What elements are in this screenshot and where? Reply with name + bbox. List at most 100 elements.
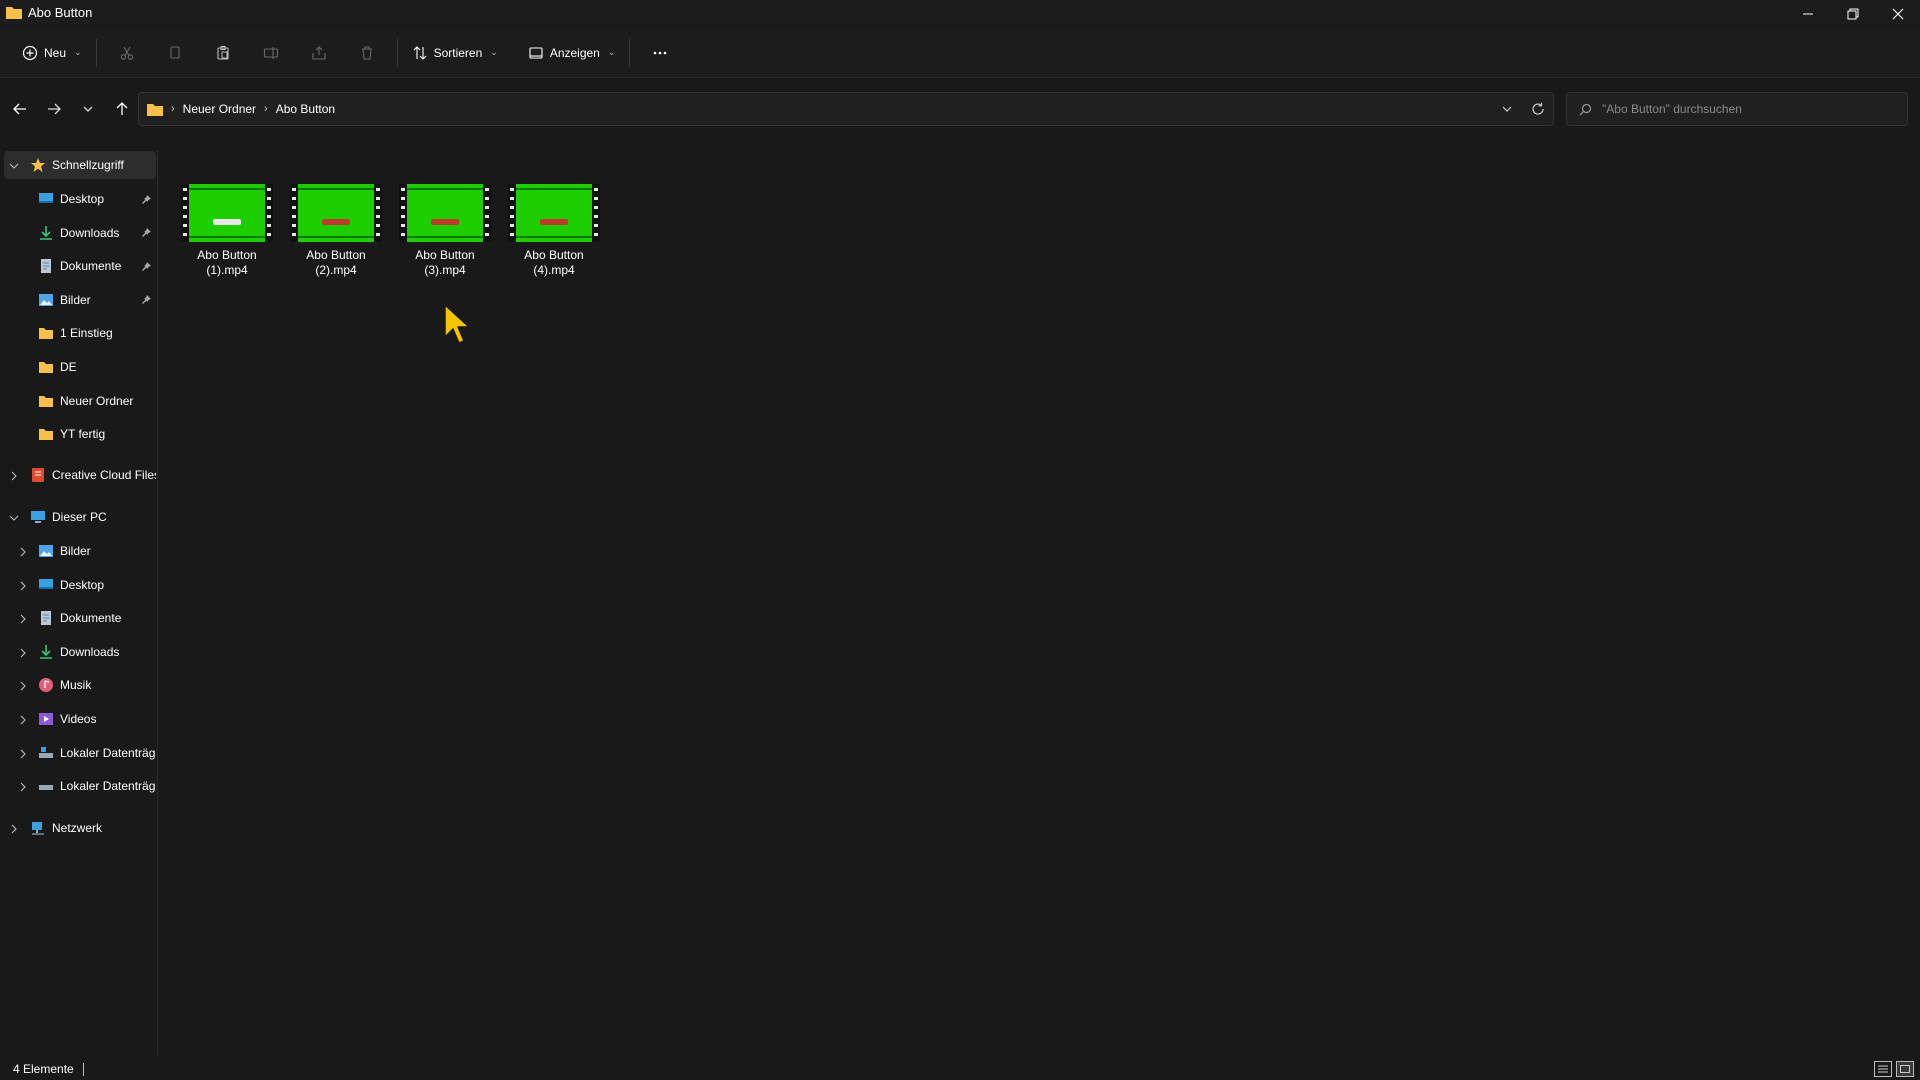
- nav-item-label: Downloads: [60, 644, 120, 659]
- cut-button[interactable]: [103, 36, 151, 70]
- close-button[interactable]: [1875, 0, 1920, 28]
- nav-item-quick-access-entry[interactable]: 1 Einstieg: [0, 319, 156, 347]
- chevron-right-icon[interactable]: [18, 613, 28, 624]
- folder-icon: [38, 426, 54, 442]
- nav-item-this-pc[interactable]: Dieser PC: [0, 503, 156, 531]
- details-view-button[interactable]: [1874, 1061, 1892, 1077]
- delete-button[interactable]: [343, 36, 391, 70]
- nav-item-quick-access-entry[interactable]: YT fertig: [0, 420, 156, 448]
- nav-item-quick-access-entry[interactable]: Neuer Ordner: [0, 387, 156, 415]
- file-name-line: (1).mp4: [206, 263, 248, 277]
- chevron-right-icon[interactable]: [18, 580, 28, 590]
- file-name-line: Abo Button: [306, 248, 366, 262]
- status-bar: 4 Elemente: [0, 1058, 1920, 1080]
- large-icons-view-button[interactable]: [1896, 1061, 1914, 1077]
- nav-item-label: Schnellzugriff: [52, 158, 124, 172]
- recent-locations-button[interactable]: [71, 92, 105, 126]
- paste-icon: [217, 45, 229, 60]
- copy-button[interactable]: [151, 36, 199, 70]
- nav-item-this-pc-entry[interactable]: Lokaler Datenträger (D:): [0, 772, 156, 800]
- item-count: 4 Elemente: [13, 1062, 74, 1076]
- file-item[interactable]: Abo Button (1).mp4: [177, 184, 277, 304]
- forward-button[interactable]: [37, 92, 71, 126]
- nav-item-label: Lokaler Datenträger (C:): [60, 745, 156, 760]
- nav-item-quick-access-entry[interactable]: DE: [0, 353, 156, 381]
- search-box[interactable]: [1566, 92, 1908, 126]
- file-name-line: Abo Button: [524, 248, 584, 262]
- chevron-down-icon[interactable]: [9, 512, 19, 522]
- navigation-row: › Neuer Ordner › Abo Button: [0, 90, 1920, 128]
- rename-button[interactable]: [247, 36, 295, 70]
- chevron-down-icon: [83, 106, 93, 112]
- trash-icon: [361, 45, 372, 60]
- file-name-line: (3).mp4: [424, 263, 466, 277]
- pin-icon: [141, 294, 152, 305]
- breadcrumb-item[interactable]: Abo Button: [276, 102, 335, 116]
- file-name: Abo Button (1).mp4: [177, 248, 277, 278]
- chevron-down-icon[interactable]: [9, 160, 19, 170]
- nav-item-quick-access-entry[interactable]: Dokumente: [0, 252, 156, 280]
- pin-icon: [141, 227, 152, 238]
- nav-item-label: Netzwerk: [52, 821, 103, 835]
- file-item[interactable]: Abo Button (4).mp4: [504, 184, 604, 304]
- nav-item-label: Desktop: [60, 577, 105, 592]
- address-bar[interactable]: › Neuer Ordner › Abo Button: [138, 92, 1554, 126]
- restore-button[interactable]: [1830, 0, 1875, 28]
- mouse-cursor-icon: [444, 304, 470, 344]
- pin-icon: [141, 194, 152, 205]
- nav-item-this-pc-entry[interactable]: Downloads: [0, 638, 156, 666]
- search-input[interactable]: [1602, 102, 1892, 116]
- nav-item-creative-cloud[interactable]: Creative Cloud Files: [0, 461, 156, 489]
- divider: [629, 38, 631, 67]
- chevron-down-icon[interactable]: [1501, 103, 1513, 115]
- chevron-right-icon[interactable]: [18, 647, 28, 658]
- up-button[interactable]: [105, 92, 139, 126]
- nav-item-this-pc-entry[interactable]: Dokumente: [0, 604, 156, 632]
- chevron-right-icon[interactable]: [18, 781, 28, 792]
- file-item[interactable]: Abo Button (2).mp4: [286, 184, 386, 304]
- nav-item-quick-access-entry[interactable]: Bilder: [0, 286, 156, 314]
- breadcrumb-item[interactable]: Neuer Ordner: [183, 102, 256, 116]
- chevron-right-icon[interactable]: [18, 680, 28, 691]
- rename-icon: [263, 46, 278, 59]
- pin-icon: [141, 261, 152, 272]
- file-item[interactable]: Abo Button (3).mp4: [395, 184, 495, 304]
- chevron-right-icon[interactable]: [18, 748, 28, 758]
- folder-icon: [6, 7, 22, 19]
- nav-item-this-pc-entry[interactable]: Bilder: [0, 537, 156, 565]
- nav-item-this-pc-entry[interactable]: Desktop: [0, 571, 156, 599]
- chevron-right-icon[interactable]: [18, 714, 28, 725]
- chevron-right-icon[interactable]: [9, 470, 19, 481]
- sort-label: Sortieren: [433, 45, 483, 60]
- nav-item-label: Bilder: [60, 544, 91, 558]
- paste-button[interactable]: [199, 36, 247, 70]
- nav-item-quick-access-entry[interactable]: Downloads: [0, 219, 156, 247]
- file-name-line: Abo Button: [415, 248, 475, 262]
- minimize-button[interactable]: [1785, 0, 1830, 28]
- file-name: Abo Button (4).mp4: [504, 248, 604, 278]
- nav-item-this-pc-entry[interactable]: Videos: [0, 705, 156, 733]
- chevron-right-icon[interactable]: [18, 546, 28, 557]
- new-button[interactable]: Neu ⌄: [14, 36, 90, 70]
- document-icon: [38, 258, 54, 274]
- nav-item-quick-access[interactable]: Schnellzugriff: [4, 151, 156, 179]
- more-icon: [654, 51, 667, 54]
- chevron-right-icon[interactable]: [9, 823, 19, 834]
- share-button[interactable]: [295, 36, 343, 70]
- more-options-button[interactable]: [636, 36, 684, 70]
- back-button[interactable]: [3, 92, 37, 126]
- nav-item-quick-access-entry[interactable]: Desktop: [0, 185, 156, 213]
- nav-item-network[interactable]: Netzwerk: [0, 814, 156, 842]
- sort-icon: [413, 45, 426, 60]
- music-icon: [38, 677, 54, 693]
- chevron-down-icon: ⌄: [607, 47, 616, 57]
- nav-item-this-pc-entry[interactable]: Musik: [0, 671, 156, 699]
- view-icon: [529, 46, 543, 59]
- command-bar: Neu ⌄ Sortieren ⌄ Anzeigen ⌄: [0, 28, 1920, 78]
- refresh-icon[interactable]: [1531, 102, 1545, 116]
- sort-button[interactable]: Sortieren ⌄: [404, 36, 506, 70]
- view-button[interactable]: Anzeigen ⌄: [520, 36, 624, 70]
- nav-item-label: YT fertig: [60, 427, 106, 442]
- nav-item-this-pc-entry[interactable]: Lokaler Datenträger (C:): [0, 739, 156, 767]
- computer-icon: [30, 509, 46, 525]
